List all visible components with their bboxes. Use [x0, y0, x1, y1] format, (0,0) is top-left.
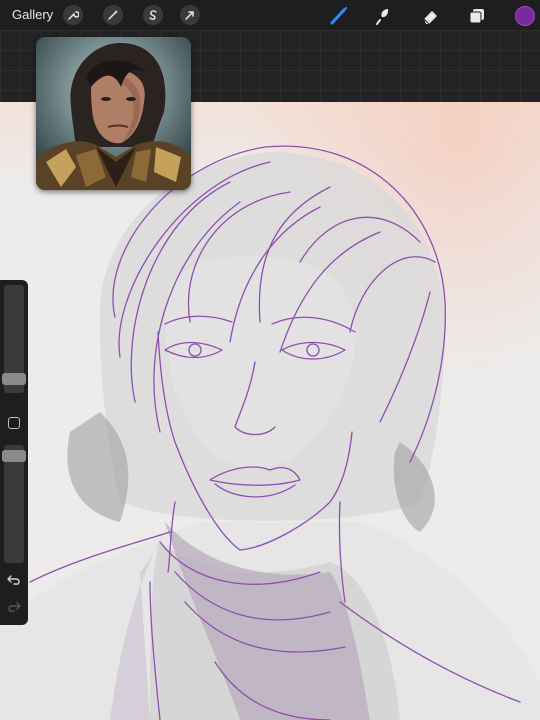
- transform-arrow-icon[interactable]: [180, 5, 200, 25]
- brush-size-slider[interactable]: [2, 285, 26, 393]
- sketch-layer: [0, 102, 540, 720]
- brush-size-thumb[interactable]: [2, 373, 26, 385]
- opacity-slider[interactable]: [2, 445, 26, 563]
- magic-wand-icon[interactable]: [103, 5, 123, 25]
- drawing-canvas[interactable]: [0, 102, 540, 720]
- opacity-thumb[interactable]: [2, 450, 26, 462]
- side-toolbar: [0, 280, 28, 625]
- redo-arrow-icon[interactable]: [6, 600, 22, 614]
- eraser-icon[interactable]: [420, 5, 442, 27]
- wrench-icon[interactable]: [63, 5, 83, 25]
- brush-icon[interactable]: [328, 5, 350, 27]
- layers-icon[interactable]: [466, 5, 488, 27]
- color-picker-button[interactable]: [515, 6, 535, 26]
- gallery-button[interactable]: Gallery: [12, 7, 53, 22]
- selection-s-icon[interactable]: [143, 5, 163, 25]
- modify-button[interactable]: [8, 417, 20, 429]
- reference-portrait: [36, 37, 191, 190]
- reference-image-window[interactable]: [36, 37, 191, 190]
- smudge-icon[interactable]: [372, 5, 394, 27]
- undo-arrow-icon[interactable]: [6, 573, 22, 587]
- top-toolbar: Gallery: [0, 0, 540, 30]
